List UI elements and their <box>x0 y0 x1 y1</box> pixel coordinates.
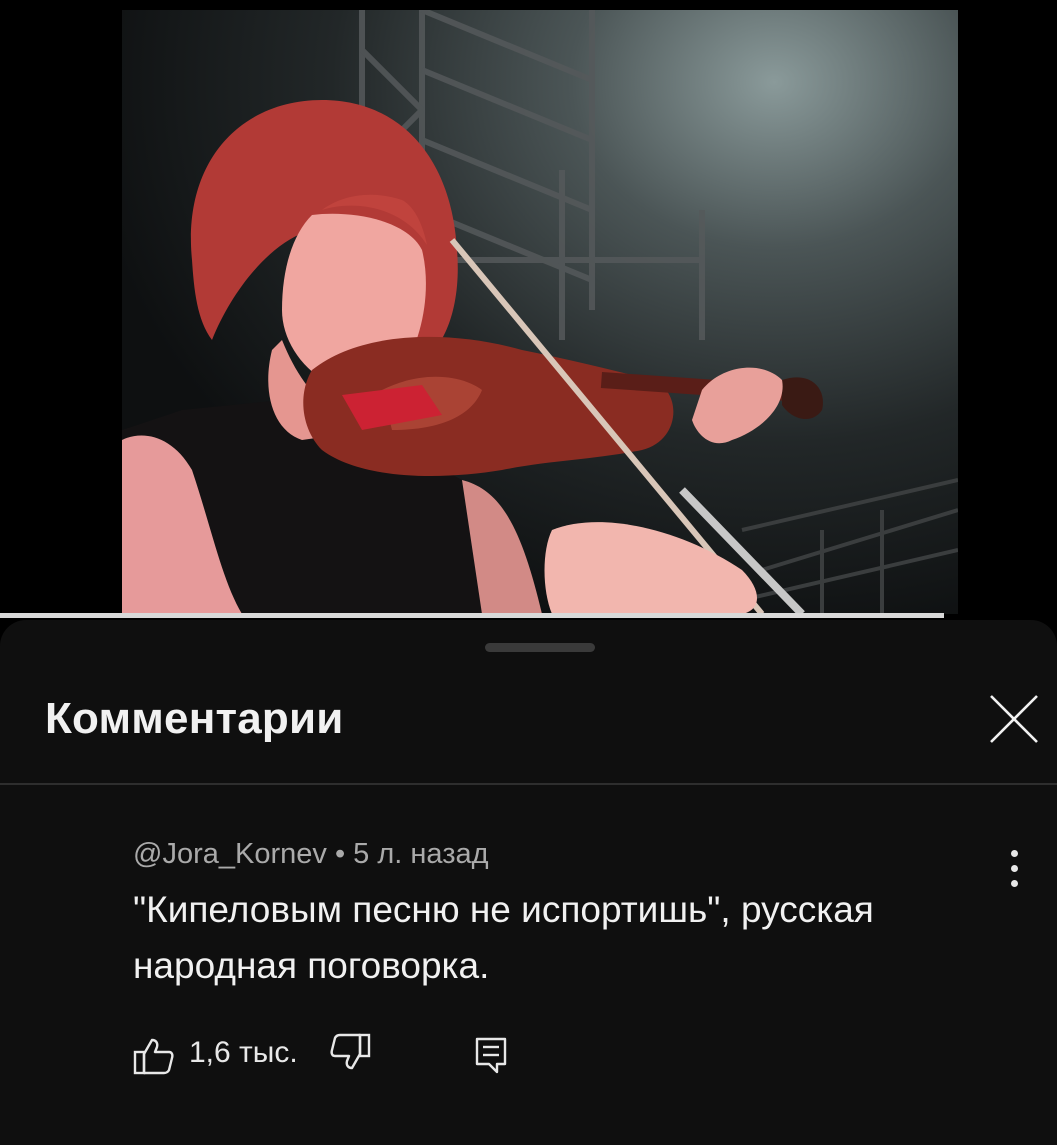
more-vert-icon <box>1011 850 1018 857</box>
dislike-button[interactable] <box>329 1032 371 1072</box>
reply-button[interactable] <box>473 1036 509 1074</box>
close-icon <box>990 695 1038 743</box>
comment-text: "Кипеловым песню не испортишь", русская … <box>133 889 874 986</box>
comments-panel: Комментарии @Jora_Kornev • 5 л. назад "К… <box>0 620 1057 1145</box>
comment-time: 5 л. назад <box>353 838 489 870</box>
comment-menu-button[interactable] <box>998 848 1032 890</box>
like-button[interactable] <box>133 1036 175 1076</box>
comment-author[interactable]: @Jora_Kornev <box>133 838 327 870</box>
more-vert-icon-dot <box>1011 880 1018 887</box>
thumbs-up-icon <box>133 1038 174 1075</box>
thumbs-down-icon <box>330 1033 371 1070</box>
reply-icon <box>475 1037 507 1074</box>
video-still-image <box>122 10 958 614</box>
more-vert-icon-dot <box>1011 865 1018 872</box>
video-frame[interactable] <box>122 10 958 614</box>
video-progress-bar[interactable] <box>0 613 944 618</box>
close-button[interactable] <box>983 688 1045 750</box>
like-count: 1,6 тыс. <box>189 1036 298 1069</box>
video-player[interactable] <box>0 0 1057 628</box>
divider <box>0 783 1057 785</box>
meta-separator: • <box>334 838 346 870</box>
panel-title: Комментарии <box>45 694 344 743</box>
drag-handle[interactable] <box>485 643 595 652</box>
comment-meta: @Jora_Kornev • 5 л. назад <box>133 838 489 871</box>
